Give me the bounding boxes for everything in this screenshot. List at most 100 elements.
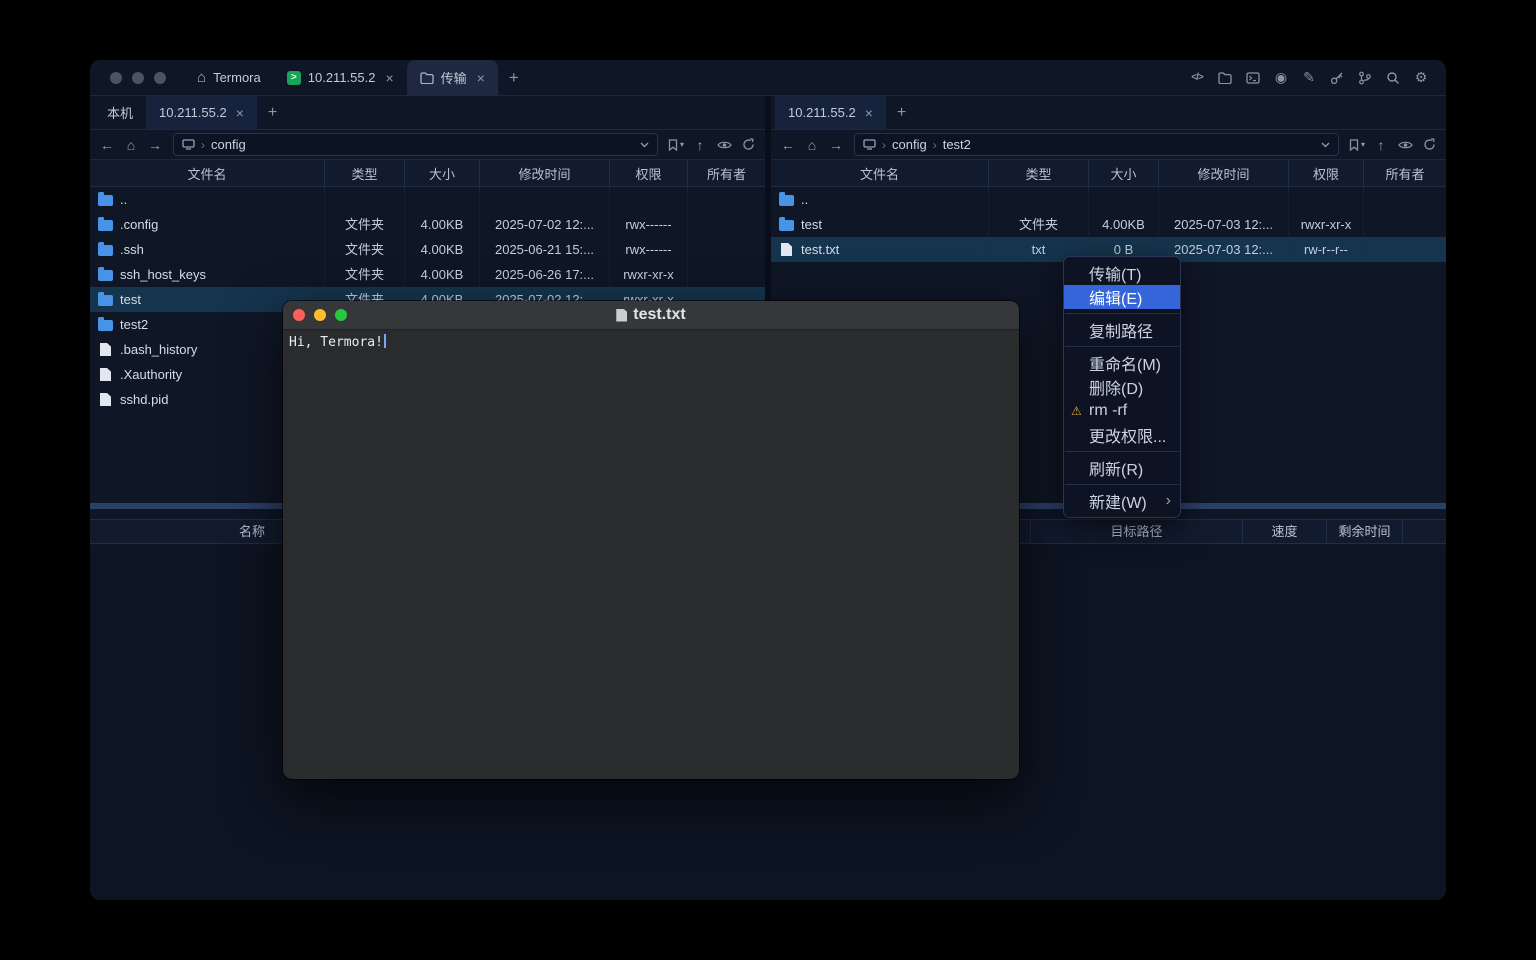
- file-name: .config: [120, 212, 158, 237]
- column-header-owner[interactable]: 所有者: [1364, 160, 1446, 186]
- breadcrumb[interactable]: › config: [173, 133, 658, 156]
- file-owner: [688, 262, 765, 287]
- tab-host[interactable]: 10.211.55.2 ×: [146, 96, 257, 129]
- close-icon[interactable]: ×: [477, 70, 485, 86]
- close-icon[interactable]: ×: [865, 105, 873, 121]
- tab-transfer[interactable]: 传输 ×: [407, 60, 498, 95]
- file-row[interactable]: ssh_host_keys 文件夹 4.00KB 2025-06-26 17:.…: [90, 262, 765, 287]
- back-button[interactable]: ←: [777, 134, 799, 156]
- editor-window: test.txt Hi, Termora!: [283, 301, 1019, 779]
- settings-gear-icon[interactable]: ⚙: [1412, 69, 1430, 87]
- right-nav-bar: ← ⌂ → › config › test2 ▾ ↑: [771, 130, 1446, 160]
- file-type: [325, 187, 405, 212]
- column-header-mtime[interactable]: 修改时间: [1159, 160, 1289, 186]
- folder-icon: [779, 195, 794, 206]
- new-tab-button[interactable]: +: [498, 60, 530, 95]
- tab-local[interactable]: 本机: [94, 96, 146, 129]
- folder-icon: [98, 195, 113, 206]
- forward-button[interactable]: →: [144, 134, 166, 156]
- column-header-type[interactable]: 类型: [989, 160, 1089, 186]
- menu-item-transfer[interactable]: 传输(T): [1064, 261, 1180, 285]
- breadcrumb[interactable]: › config › test2: [854, 133, 1339, 156]
- file-row[interactable]: .ssh 文件夹 4.00KB 2025-06-21 15:... rwx---…: [90, 237, 765, 262]
- bookmark-button[interactable]: ▾: [1346, 134, 1368, 156]
- record-macro-icon[interactable]: ◉: [1272, 69, 1290, 87]
- column-header-perm[interactable]: 权限: [1289, 160, 1364, 186]
- column-header-perm[interactable]: 权限: [610, 160, 688, 186]
- new-pane-tab-button[interactable]: +: [257, 96, 288, 129]
- file-row[interactable]: test 文件夹 4.00KB 2025-07-03 12:... rwxr-x…: [771, 212, 1446, 237]
- breadcrumb-segment[interactable]: config: [211, 137, 246, 152]
- computer-icon: [182, 139, 195, 150]
- editor-title: test.txt: [616, 306, 685, 324]
- search-icon[interactable]: [1384, 69, 1402, 87]
- tab-label: 传输: [441, 68, 467, 87]
- breadcrumb-segment[interactable]: config: [892, 137, 927, 152]
- minimize-window-button[interactable]: [314, 309, 326, 321]
- close-icon[interactable]: ×: [385, 70, 393, 86]
- window-controls[interactable]: [90, 60, 184, 95]
- editor-titlebar[interactable]: test.txt: [283, 301, 1019, 330]
- show-hidden-eye-button[interactable]: [1394, 134, 1416, 156]
- file-owner: [1364, 187, 1446, 212]
- bookmark-button[interactable]: ▾: [665, 134, 687, 156]
- transfer-column-target[interactable]: 目标路径: [1030, 520, 1243, 543]
- file-owner: [688, 212, 765, 237]
- column-header-type[interactable]: 类型: [325, 160, 405, 186]
- transfer-column-speed[interactable]: 速度: [1243, 520, 1327, 543]
- document-icon: [616, 309, 627, 322]
- tab-host-session[interactable]: > 10.211.55.2 ×: [274, 60, 407, 95]
- column-header-owner[interactable]: 所有者: [688, 160, 765, 186]
- column-header-size[interactable]: 大小: [1089, 160, 1159, 186]
- close-window-button[interactable]: [110, 72, 122, 84]
- chevron-down-icon[interactable]: [640, 142, 649, 148]
- back-button[interactable]: ←: [96, 134, 118, 156]
- menu-item-rename[interactable]: 重命名(M): [1064, 351, 1180, 375]
- refresh-button[interactable]: [1418, 134, 1440, 156]
- editor-content[interactable]: Hi, Termora!: [283, 330, 1019, 355]
- minimize-window-button[interactable]: [132, 72, 144, 84]
- edit-icon[interactable]: ✎: [1300, 69, 1318, 87]
- show-hidden-eye-button[interactable]: [713, 134, 735, 156]
- dropdown-icon: ▾: [1361, 140, 1365, 149]
- refresh-button[interactable]: [737, 134, 759, 156]
- column-header-name[interactable]: 文件名: [771, 160, 989, 186]
- parent-directory-button[interactable]: ↑: [1370, 134, 1392, 156]
- tab-termora[interactable]: ⌂ Termora: [184, 60, 274, 95]
- menu-item-rm-rf[interactable]: ⚠rm -rf: [1064, 399, 1180, 423]
- home-button[interactable]: ⌂: [801, 134, 823, 156]
- terminal-icon[interactable]: [1244, 69, 1262, 87]
- maximize-window-button[interactable]: [335, 309, 347, 321]
- folder-icon[interactable]: [1216, 69, 1234, 87]
- menu-item-change-permissions[interactable]: 更改权限...: [1064, 423, 1180, 447]
- branch-icon[interactable]: [1356, 69, 1374, 87]
- menu-item-refresh[interactable]: 刷新(R): [1064, 456, 1180, 480]
- forward-button[interactable]: →: [825, 134, 847, 156]
- column-header-name[interactable]: 文件名: [90, 160, 325, 186]
- new-pane-tab-button[interactable]: +: [886, 96, 917, 129]
- parent-directory-button[interactable]: ↑: [689, 134, 711, 156]
- close-icon[interactable]: ×: [236, 105, 244, 121]
- maximize-window-button[interactable]: [154, 72, 166, 84]
- file-row[interactable]: ..: [771, 187, 1446, 212]
- column-header-size[interactable]: 大小: [405, 160, 480, 186]
- close-window-button[interactable]: [293, 309, 305, 321]
- chevron-down-icon[interactable]: [1321, 142, 1330, 148]
- file-row[interactable]: .config 文件夹 4.00KB 2025-07-02 12:... rwx…: [90, 212, 765, 237]
- file-perm: [610, 187, 688, 212]
- file-type: [989, 187, 1089, 212]
- breadcrumb-segment[interactable]: test2: [943, 137, 971, 152]
- home-button[interactable]: ⌂: [120, 134, 142, 156]
- menu-item-new[interactable]: 新建(W)›: [1064, 489, 1180, 513]
- code-snippets-icon[interactable]: </>: [1188, 69, 1206, 87]
- editor-window-controls[interactable]: [293, 309, 347, 321]
- menu-item-copy-path[interactable]: 复制路径: [1064, 318, 1180, 342]
- file-row[interactable]: ..: [90, 187, 765, 212]
- tab-host[interactable]: 10.211.55.2 ×: [775, 96, 886, 129]
- menu-item-delete[interactable]: 删除(D): [1064, 375, 1180, 399]
- key-icon[interactable]: [1328, 69, 1346, 87]
- column-header-mtime[interactable]: 修改时间: [480, 160, 610, 186]
- transfer-column-remaining[interactable]: 剩余时间: [1327, 520, 1403, 543]
- menu-item-edit[interactable]: 编辑(E): [1064, 285, 1180, 309]
- file-mtime: 2025-06-26 17:...: [480, 262, 610, 287]
